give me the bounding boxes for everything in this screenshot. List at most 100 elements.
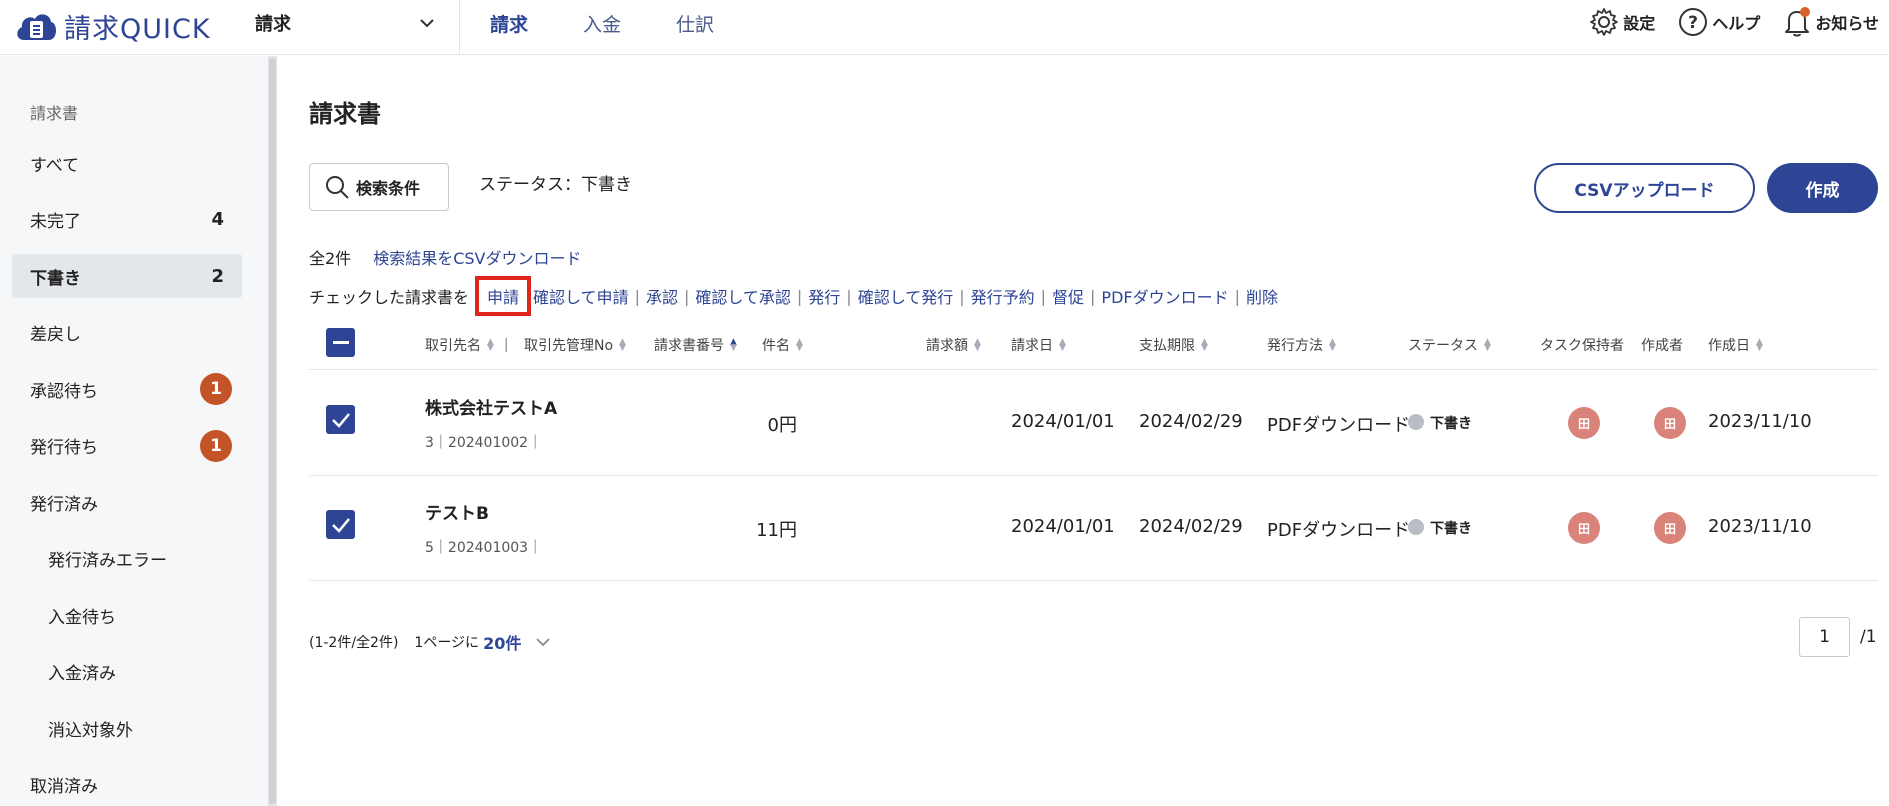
action-confirm-apply[interactable]: 確認して申請 (533, 284, 629, 308)
column-label: 取引先名 (425, 338, 481, 354)
action-issue[interactable]: 発行 (808, 284, 840, 308)
column-label: 請求書番号 (654, 338, 724, 354)
sidebar-item-label: 下書き (30, 268, 81, 289)
column-partner-no[interactable]: 取引先管理No ▲ ▼ (524, 335, 626, 355)
search-conditions-button[interactable]: 検索条件 (309, 163, 449, 211)
action-separator: | (846, 286, 852, 306)
sidebar-item-all[interactable]: すべて (12, 141, 242, 185)
sidebar-item-paid[interactable]: 入金済み (12, 650, 242, 694)
created-date: 2023/11/10 (1708, 516, 1812, 537)
partner-name[interactable]: 株式会社テストA (425, 394, 557, 419)
sidebar-item-label: 入金済み (48, 664, 116, 684)
sidebar-item-returned[interactable]: 差戻し (12, 311, 242, 355)
help-label: ヘルプ (1712, 14, 1761, 33)
chevron-down-icon[interactable] (535, 637, 551, 647)
header-divider (459, 0, 460, 55)
column-due-date[interactable]: 支払期限 ▲ ▼ (1139, 335, 1208, 355)
action-confirm-approve[interactable]: 確認して承認 (695, 284, 791, 308)
action-delete[interactable]: 削除 (1246, 284, 1278, 308)
settings-label: 設定 (1623, 14, 1656, 33)
sidebar-item-issued[interactable]: 発行済み (12, 480, 242, 524)
action-remind[interactable]: 督促 (1052, 284, 1084, 308)
avatar: 田 (1654, 512, 1686, 544)
sort-icon: ▲ ▼ (1059, 337, 1066, 353)
column-task-holder: タスク保持者 (1540, 335, 1624, 355)
column-status[interactable]: ステータス ▲ ▼ (1408, 335, 1491, 355)
action-separator: | (1040, 286, 1047, 306)
csv-upload-button[interactable]: CSVアップロード (1534, 163, 1755, 213)
sidebar-item-awaiting-approval[interactable]: 承認待ち 1 (12, 367, 242, 411)
avatar: 田 (1654, 407, 1686, 439)
nav-journal[interactable]: 仕訳 (676, 10, 714, 37)
column-amount[interactable]: 請求額 ▲ ▼ (926, 335, 981, 355)
action-separator: | (796, 286, 803, 306)
sidebar-item-incomplete[interactable]: 未完了 4 (12, 198, 242, 242)
sidebar-item-awaiting-issue[interactable]: 発行待ち 1 (12, 424, 242, 468)
row-checkbox[interactable] (326, 510, 355, 539)
logo[interactable]: 請求QUICK (14, 6, 211, 46)
logo-text: 請求QUICK (64, 13, 211, 45)
app-selector[interactable]: 請求 (255, 8, 435, 38)
action-separator: | (683, 286, 690, 306)
help-button[interactable]: ? ヘルプ (1677, 6, 1760, 38)
notifications-button[interactable]: お知らせ (1782, 6, 1879, 38)
action-confirm-issue[interactable]: 確認して発行 (858, 284, 954, 308)
column-separator: | (503, 337, 509, 353)
chevron-down-icon (420, 19, 434, 28)
sidebar-item-awaiting-payment[interactable]: 入金待ち (12, 593, 242, 637)
sidebar-item-label: すべて (30, 155, 80, 176)
nav-invoice[interactable]: 請求 (490, 10, 528, 37)
create-button[interactable]: 作成 (1767, 163, 1878, 213)
action-apply[interactable]: 申請 (475, 276, 532, 316)
sidebar-item-cancelled[interactable]: 取消済み (12, 763, 242, 806)
action-schedule-issue[interactable]: 発行予約 (971, 284, 1035, 308)
sidebar-item-badge: 1 (200, 429, 232, 462)
select-all-checkbox[interactable] (326, 328, 355, 357)
column-created-date[interactable]: 作成日 ▲ ▼ (1708, 335, 1763, 355)
sidebar-item-count: 4 (211, 209, 224, 230)
column-invoice-number[interactable]: 請求書番号 ▲ ▼ (654, 335, 737, 355)
column-subject[interactable]: 件名 ▲ ▼ (762, 335, 803, 355)
sidebar-item-draft[interactable]: 下書き 2 (12, 254, 242, 298)
column-label: 請求日 (1011, 338, 1053, 354)
sidebar-item-label: 消込対象外 (48, 720, 133, 741)
table-header: 取引先名 ▲ ▼ | 取引先管理No ▲ ▼ 請求書番号 ▲ ▼ 件名 ▲ ▼ 請求額 … (309, 325, 1878, 370)
invoice-date: 2024/01/01 (1011, 411, 1115, 432)
settings-button[interactable]: 設定 (1588, 6, 1655, 38)
status-filter-label: ステータス：下書き (479, 175, 632, 195)
column-label: ステータス (1408, 338, 1478, 354)
gear-icon (1590, 8, 1619, 36)
sidebar-item-excluded[interactable]: 消込対象外 (12, 706, 242, 750)
search-icon (326, 176, 349, 199)
column-label: 発行方法 (1267, 338, 1323, 354)
bulk-actions: チェックした請求書を 申請 確認して申請 | 承認 | 確認して承認 | 発行 … (309, 276, 1278, 316)
partner-name[interactable]: テストB (425, 499, 489, 524)
action-approve[interactable]: 承認 (646, 284, 678, 308)
column-partner-name[interactable]: 取引先名 ▲ ▼ | (425, 335, 509, 355)
sidebar-scrollbar[interactable] (268, 56, 277, 806)
column-invoice-date[interactable]: 請求日 ▲ ▼ (1011, 335, 1066, 355)
csv-download-link[interactable]: 検索結果をCSVダウンロード (373, 245, 581, 269)
column-issue-method[interactable]: 発行方法 ▲ ▼ (1267, 335, 1336, 355)
status-badge: 下書き (1408, 517, 1472, 538)
svg-text:?: ? (1688, 13, 1698, 33)
page-number-input[interactable]: 1 (1799, 617, 1850, 657)
sort-icon: ▲ ▼ (974, 337, 981, 353)
status-text: 下書き (1430, 521, 1472, 537)
sidebar-scrollbar-thumb[interactable] (269, 58, 276, 804)
header-actions: 設定 ? ヘルプ お知らせ (1566, 6, 1879, 38)
status-dot (1408, 519, 1424, 535)
nav-payment[interactable]: 入金 (583, 10, 621, 37)
table-row[interactable]: テストB 5｜202401003｜ 11円 2024/01/01 2024/02… (309, 476, 1878, 581)
row-checkbox[interactable] (326, 405, 355, 434)
column-label: 請求額 (926, 338, 968, 354)
minus-icon (332, 340, 349, 344)
per-page-select[interactable]: 20件 (483, 630, 521, 654)
sidebar-item-badge: 1 (200, 373, 232, 405)
sidebar-item-issued-error[interactable]: 発行済みエラー (12, 537, 242, 581)
table-row[interactable]: 株式会社テストA 3｜202401002｜ 0円 2024/01/01 2024… (309, 371, 1878, 476)
sort-icon: ▲ ▼ (487, 337, 494, 353)
amount: 0円 (767, 415, 797, 436)
action-pdf-download[interactable]: PDFダウンロード (1101, 284, 1228, 308)
sidebar: 請求書 すべて 未完了 4 下書き 2 差戻し 承認待ち 1 発行待ち 1 発行… (0, 56, 268, 806)
